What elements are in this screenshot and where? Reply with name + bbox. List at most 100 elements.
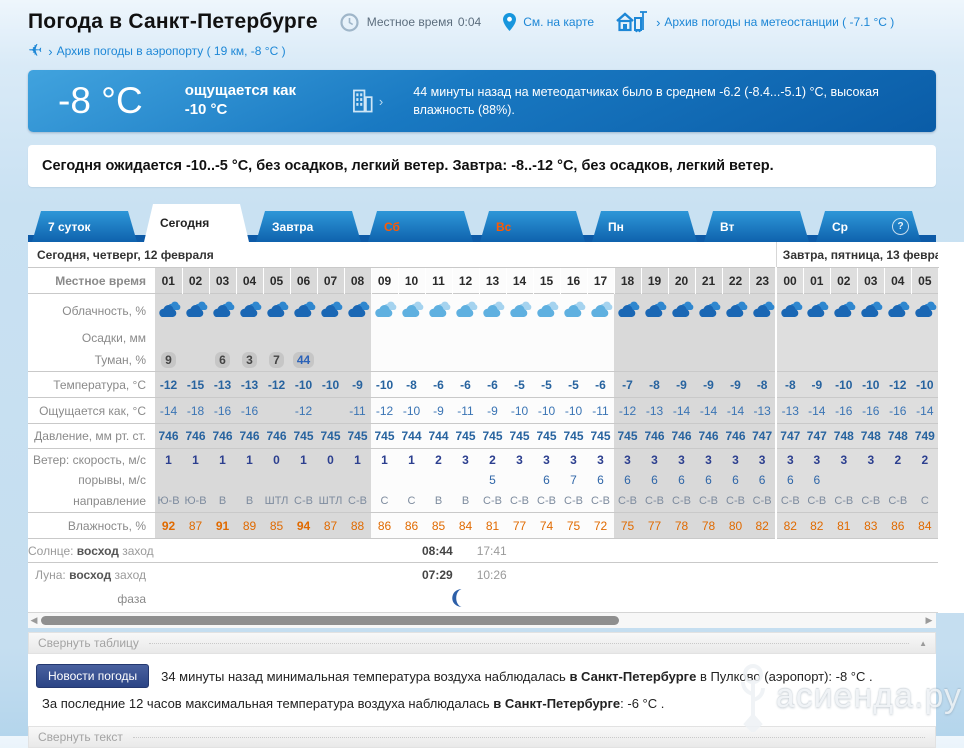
table-scrollbar[interactable]: ◀ ▶	[28, 613, 936, 628]
cell-pressure: 749	[911, 423, 939, 449]
cell-wind-direction: ШТЛ	[263, 489, 290, 513]
tabs-section: 7 суток Сегодня Завтра Сб Вс Пн Вт Ср?	[28, 204, 936, 242]
cell-fog: 6	[209, 348, 236, 372]
cloud-icon	[321, 301, 343, 317]
cell-temperature: -10	[371, 371, 398, 398]
cell-humidity: 84	[911, 512, 939, 539]
current-temp: -8 °C	[58, 80, 143, 121]
cell-humidity: 86	[884, 512, 912, 539]
cell-feels-like: -12	[290, 397, 317, 424]
cell-wind-direction: С-В	[344, 489, 371, 513]
cell-cloudiness	[884, 293, 912, 328]
collapse-text-bar[interactable]: Свернуть текст	[28, 726, 936, 748]
row-feels-like: Ощущается как, °C -14 -18 -16 -16 -12 -11 -12 -1…	[28, 397, 964, 424]
cell-wind-speed: 3	[695, 448, 722, 470]
forecast-summary: Сегодня ожидается -10..-5 °C, без осадко…	[28, 145, 936, 187]
cell-feels-like: -14	[668, 397, 695, 424]
cell-humidity: 86	[398, 512, 425, 539]
scroll-left-icon[interactable]: ◀	[28, 615, 40, 626]
cell-wind-gusts: 6	[749, 470, 777, 489]
cloud-icon	[672, 301, 694, 317]
cell-temperature: -9	[803, 371, 831, 398]
tab-Сб[interactable]: Сб	[368, 211, 473, 242]
row-wind-gusts: порывы, м/с 5 6 7 6 6 6 6 6 6 6 6 6	[28, 470, 964, 489]
collapse-table-label: Свернуть таблицу	[38, 636, 139, 650]
cell-wind-direction: С-В	[668, 489, 695, 513]
cell-wind-speed: 3	[857, 448, 885, 470]
station-link-wrap[interactable]: › Архив погоды на метеостанции ( -7.1 °C…	[616, 10, 894, 34]
cell-time: 23	[749, 267, 777, 294]
cell-wind-direction: С-В	[641, 489, 668, 513]
cell-fog	[695, 348, 722, 372]
cell-wind-speed: 2	[884, 448, 912, 470]
fog-value: 9	[161, 351, 176, 368]
cell-wind-gusts	[155, 470, 182, 489]
cloud-icon	[537, 301, 559, 317]
cell-humidity: 82	[775, 512, 804, 539]
row-label: Облачность, %	[28, 293, 155, 328]
scroll-right-icon[interactable]: ▶	[923, 615, 935, 626]
cell-wind-direction: С	[398, 489, 425, 513]
local-time-value: 0:04	[457, 15, 482, 29]
moonset-time: 10:26	[476, 567, 507, 582]
cloud-icon	[348, 301, 370, 317]
tab-Вс[interactable]: Вс	[480, 211, 585, 242]
row-label: Температура, °C	[28, 371, 155, 398]
tab-Вт[interactable]: Вт	[704, 211, 809, 242]
cell-time: 17	[587, 267, 615, 294]
cell-humidity: 80	[722, 512, 749, 539]
row-label: Влажность, %	[28, 512, 155, 539]
cell-feels-like	[263, 397, 290, 424]
tab-Ср[interactable]: Ср?	[816, 211, 921, 242]
cell-wind-gusts: 6	[587, 470, 614, 489]
row-label: направление	[28, 489, 155, 513]
tab-Сегодня[interactable]: Сегодня	[144, 204, 249, 242]
cell-fog: 7	[263, 348, 290, 372]
cell-precipitation	[479, 328, 506, 348]
tab-7 суток[interactable]: 7 суток	[32, 211, 137, 242]
tab-Пн[interactable]: Пн	[592, 211, 697, 242]
cell-humidity: 89	[236, 512, 263, 539]
cell-temperature: -7	[614, 371, 641, 398]
row-label: порывы, м/с	[28, 470, 155, 489]
cloud-icon	[564, 301, 586, 317]
map-link-wrap[interactable]: См. на карте	[503, 13, 594, 31]
help-icon[interactable]: ?	[892, 218, 909, 235]
cell-temperature: -13	[236, 371, 263, 398]
news-badge[interactable]: Новости погоды	[36, 664, 150, 688]
map-link[interactable]: См. на карте	[523, 15, 594, 29]
cell-wind-gusts: 6	[775, 470, 804, 489]
cell-precipitation	[857, 328, 885, 348]
cell-pressure: 746	[263, 423, 290, 449]
scrollbar-thumb[interactable]	[41, 616, 619, 625]
cell-pressure: 746	[668, 423, 695, 449]
station-link[interactable]: Архив погоды на метеостанции ( -7.1 °C )	[664, 15, 894, 29]
cloud-icon	[159, 301, 181, 317]
news-line1: 34 минуты назад минимальная температура …	[161, 668, 873, 684]
cloud-icon	[186, 301, 208, 317]
cell-wind-speed: 3	[614, 448, 641, 470]
cell-humidity: 75	[614, 512, 641, 539]
cell-humidity: 81	[479, 512, 506, 539]
cell-fog	[425, 348, 452, 372]
tab-label: Вт	[720, 219, 735, 234]
cell-wind-direction: С-В	[830, 489, 858, 513]
cell-pressure: 746	[182, 423, 209, 449]
row-pressure: Давление, мм рт. ст. 746 746 746 746 746 745 74…	[28, 423, 964, 449]
cell-fog: 3	[236, 348, 263, 372]
collapse-table-bar[interactable]: Свернуть таблицу ▲	[28, 632, 936, 654]
weather-news: Новости погоды 34 минуты назад минимальн…	[28, 654, 936, 726]
row-label: Ветер: скорость, м/с	[28, 448, 155, 470]
cell-precipitation	[398, 328, 425, 348]
row-sun: Солнце: восход заход 08:44 17:41	[28, 538, 964, 563]
cell-feels-like: -9	[479, 397, 506, 424]
cell-cloudiness	[830, 293, 858, 328]
cell-cloudiness	[479, 293, 506, 328]
cloud-icon	[591, 301, 613, 317]
cell-wind-direction: С-В	[884, 489, 912, 513]
airport-link[interactable]: Архив погоды в аэропорту ( 19 км, -8 °C …	[57, 44, 286, 58]
tab-Завтра[interactable]: Завтра	[256, 211, 361, 242]
cell-feels-like: -14	[722, 397, 749, 424]
cell-fog	[533, 348, 560, 372]
cell-cloudiness	[209, 293, 236, 328]
